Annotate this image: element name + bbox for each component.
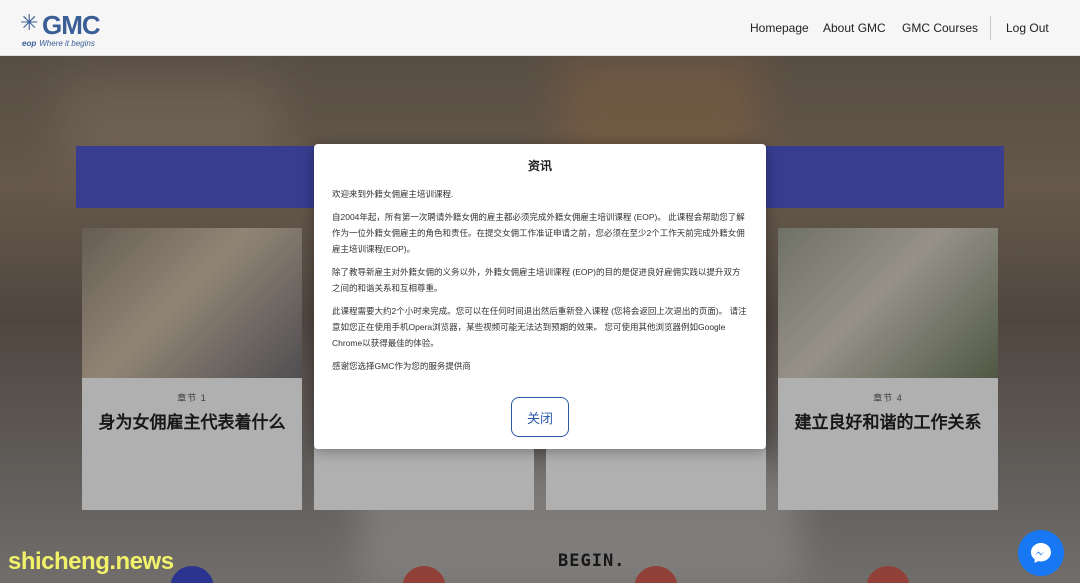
nav-item-courses[interactable]: GMC Courses [902,0,978,56]
modal-body: 欢迎来到外籍女佣雇主培训课程. 自2004年起，所有第一次聘请外籍女佣的雇主都必… [332,186,748,381]
messenger-button[interactable] [1018,530,1064,576]
modal-paragraph-welcome: 欢迎来到外籍女佣雇主培训课程. [332,189,454,199]
info-modal: 资讯 欢迎来到外籍女佣雇主培训课程. 自2004年起，所有第一次聘请外籍女佣的雇… [314,144,766,449]
modal-paragraph-thanks: 感谢您选择GMC作为您的服务提供商 [332,361,471,371]
gmc-logo[interactable]: ✳ GMC eop Where it begins [20,10,110,49]
logo-tagline-text: Where it begins [39,39,95,48]
close-button[interactable]: 关闭 [511,397,569,437]
nav-link-courses[interactable]: GMC Courses [902,21,978,35]
nav-divider [990,16,991,40]
site-header: ✳ GMC eop Where it begins Homepage About … [0,0,1080,56]
nav-item-logout[interactable]: Log Out [1006,0,1049,56]
modal-paragraph-duration: 此课程需要大约2个小时来完成。您可以在任何时间退出然后重新登入课程 (您将会返回… [332,306,747,348]
logo-tagline: eop Where it begins [22,39,95,48]
logo-tagline-eop: eop [22,39,37,48]
nav-link-homepage[interactable]: Homepage [750,21,809,35]
nav-link-about[interactable]: About GMC [823,21,886,35]
modal-title: 资讯 [527,159,552,173]
modal-paragraph-purpose: 除了教导新雇主对外籍女佣的义务以外，外籍女佣雇主培训课程 (EOP)的目的是促进… [332,267,741,293]
logo-text: GMC [42,10,101,40]
modal-paragraph-requirement: 自2004年起，所有第一次聘请外籍女佣的雇主都必须完成外籍女佣雇主培训课程 (E… [332,212,745,254]
messenger-icon [1031,543,1051,563]
nav-link-logout[interactable]: Log Out [1006,21,1049,35]
nav-item-about[interactable]: About GMC [823,0,886,56]
watermark-text: shicheng.news [8,548,174,575]
nav-item-homepage[interactable]: Homepage [750,0,809,56]
gmc-logo-icon: ✳ [20,10,39,35]
